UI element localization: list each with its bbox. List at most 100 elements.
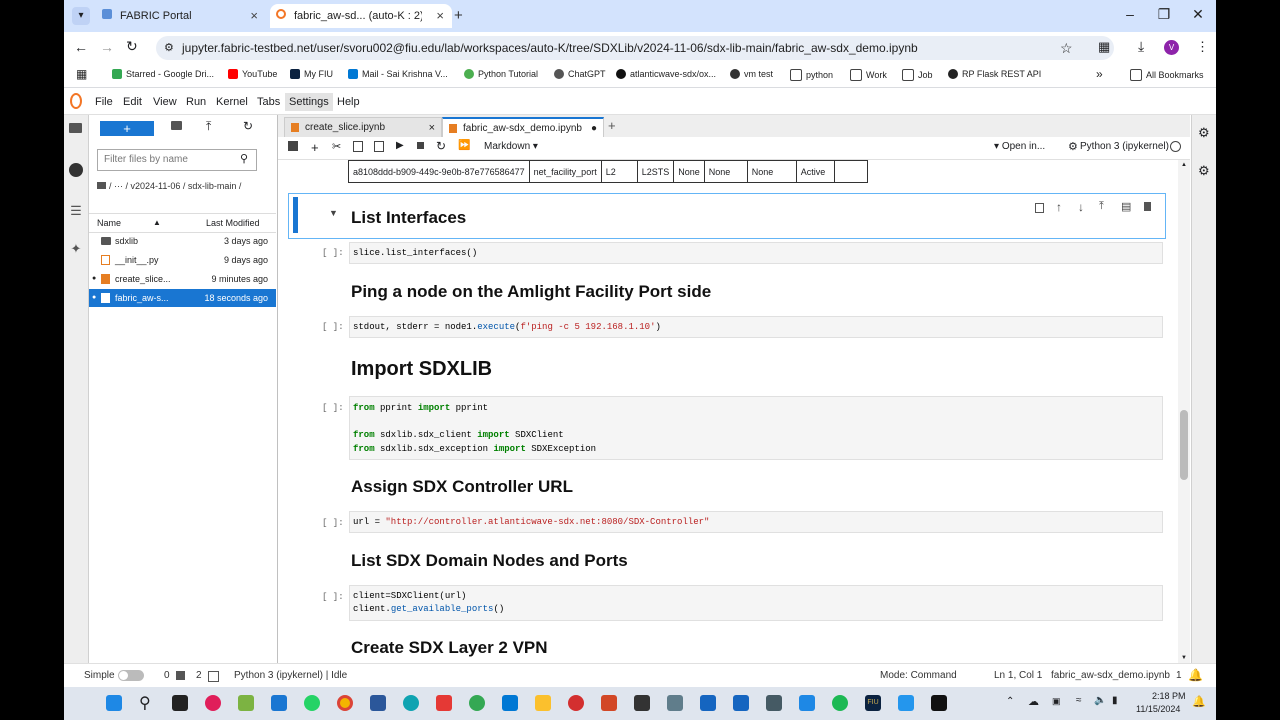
code-cell-client[interactable]: client=SDXClient(url) client.get_availab… <box>349 585 1163 621</box>
edge-icon[interactable] <box>403 695 419 711</box>
name-column-header[interactable]: Name <box>97 214 121 232</box>
outlook-icon[interactable] <box>502 695 518 711</box>
tab-create-slice[interactable]: create_slice.ipynb × <box>284 117 442 138</box>
bookmark-item[interactable]: Python Tutorial <box>464 69 538 79</box>
running-icon[interactable] <box>69 163 83 177</box>
back-icon[interactable]: ← <box>74 39 88 55</box>
bookmark-item[interactable]: Work <box>850 69 887 81</box>
cursor-position[interactable]: Ln 1, Col 1 <box>994 670 1042 681</box>
new-tab-icon[interactable]: + <box>608 118 616 133</box>
new-folder-icon[interactable] <box>171 121 182 130</box>
menu-view[interactable]: View <box>153 96 177 108</box>
settings-gear-icon[interactable]: ⚙ <box>1068 140 1078 153</box>
file-row[interactable]: ● create_slice... 9 minutes ago <box>89 270 276 288</box>
simple-mode-toggle[interactable] <box>118 670 144 681</box>
file-row[interactable]: sdxlib 3 days ago <box>89 232 276 250</box>
open-in-button[interactable]: ▾ Open in... <box>994 141 1045 152</box>
home-folder-icon[interactable] <box>97 182 106 189</box>
record-icon[interactable] <box>568 695 584 711</box>
close-window-button[interactable]: ✕ <box>1188 6 1208 23</box>
bookmark-item[interactable]: YouTube <box>228 69 277 79</box>
breadcrumb[interactable]: / ··· / v2024-11-06 / sdx-lib-main / <box>97 179 257 193</box>
menu-tabs[interactable]: Tabs <box>257 96 280 108</box>
run-icon[interactable]: ▶ <box>396 140 404 151</box>
paste-icon[interactable] <box>374 141 384 152</box>
new-tab-button[interactable]: + <box>454 7 463 24</box>
app-icon[interactable] <box>436 695 452 711</box>
insert-cell-icon[interactable]: + <box>311 140 319 155</box>
active-cell[interactable]: ▼ List Interfaces ↑ ↓ ⤒ ▤ <box>288 193 1166 239</box>
filter-files-input[interactable]: Filter files by name ⚲ <box>97 149 257 171</box>
more-bookmarks-icon[interactable]: » <box>1096 67 1103 81</box>
code-cell-ping[interactable]: stdout, stderr = node1.execute(f'ping -c… <box>349 316 1163 338</box>
browser-tab-fabric-portal[interactable]: FABRIC Portal × <box>96 4 266 28</box>
restore-button[interactable]: ❐ <box>1154 6 1174 23</box>
slack-icon[interactable] <box>205 695 221 711</box>
bookmark-item[interactable]: atlanticwave-sdx/ox... <box>616 69 716 79</box>
menu-file[interactable]: File <box>95 96 113 108</box>
file-row[interactable]: __init__.py 9 days ago <box>89 251 276 269</box>
code-cell-import[interactable]: from pprint import pprint from sdxlib.sd… <box>349 396 1163 460</box>
language-icon[interactable]: ▣ <box>1052 696 1061 707</box>
network-app-icon[interactable] <box>667 695 683 711</box>
scroll-up-icon[interactable]: ▲ <box>1181 162 1187 168</box>
code-cell-url[interactable]: url = "http://controller.atlanticwave-sd… <box>349 511 1163 533</box>
stop-icon[interactable] <box>417 142 424 149</box>
copy-icon[interactable] <box>353 141 363 152</box>
extensions-icon[interactable]: ▦ <box>1098 39 1110 55</box>
apps-grid-icon[interactable]: ▦ <box>76 67 87 81</box>
virtualbox-alt-icon[interactable] <box>733 695 749 711</box>
bookmark-item[interactable]: python <box>790 69 833 81</box>
notification-bell-icon[interactable]: 🔔 <box>1192 695 1206 708</box>
chrome-alt-icon[interactable] <box>469 695 485 711</box>
menu-settings[interactable]: Settings <box>285 93 333 111</box>
collapse-chevron-icon[interactable]: ▼ <box>329 208 338 218</box>
property-inspector-icon[interactable]: ⚙ <box>1198 125 1210 141</box>
new-launcher-button[interactable]: + <box>100 121 154 136</box>
address-bar[interactable]: ⚙ jupyter.fabric-testbed.net/user/svoru0… <box>156 36 1114 60</box>
notification-count[interactable]: 1 <box>1176 670 1182 681</box>
restart-icon[interactable]: ↻ <box>436 139 446 153</box>
bookmark-item[interactable]: ChatGPT <box>554 69 606 79</box>
close-tab-icon[interactable]: × <box>250 8 258 23</box>
file-explorer-icon[interactable] <box>535 695 551 711</box>
clock-date[interactable]: 11/15/2024 <box>1136 704 1180 714</box>
unsaved-dot-icon[interactable]: ● <box>591 119 597 139</box>
refresh-icon[interactable]: ↻ <box>243 119 253 133</box>
fiu-app-icon[interactable]: FIU <box>865 695 881 711</box>
cut-icon[interactable]: ✂ <box>332 140 341 153</box>
tab-search-button[interactable]: ▾ <box>72 7 90 25</box>
cell-collapser[interactable] <box>293 197 298 233</box>
kernel-status[interactable]: Python 3 (ipykernel) | Idle <box>234 670 347 681</box>
bookmark-star-icon[interactable]: ☆ <box>1060 36 1073 60</box>
bookmark-item[interactable]: vm test <box>730 69 773 79</box>
terminals-count[interactable]: 0 <box>164 670 170 681</box>
bookmark-item[interactable]: Starred - Google Dri... <box>112 69 214 79</box>
kernels-count[interactable]: 2 <box>196 670 202 681</box>
menu-edit[interactable]: Edit <box>123 96 142 108</box>
minimize-button[interactable]: – <box>1120 6 1140 22</box>
volume-icon[interactable]: 🔈 <box>1094 695 1106 706</box>
clock-time[interactable]: 2:18 PM <box>1152 691 1186 701</box>
bookmark-item[interactable]: Job <box>902 69 933 81</box>
reload-icon[interactable]: ↻ <box>126 38 138 55</box>
kernel-name[interactable]: Python 3 (ipykernel) <box>1080 141 1169 152</box>
save-icon[interactable] <box>288 141 298 151</box>
insert-above-icon[interactable]: ⤒ <box>1099 200 1104 213</box>
cell-type-select[interactable]: Markdown ▾ <box>484 141 538 152</box>
menu-run[interactable]: Run <box>186 96 206 108</box>
all-bookmarks[interactable]: All Bookmarks <box>1130 69 1204 81</box>
toc-icon[interactable]: ☰ <box>68 203 84 219</box>
docker-icon[interactable] <box>898 695 914 711</box>
bookmark-item[interactable]: RP Flask REST API <box>948 69 1041 79</box>
run-all-icon[interactable]: ⏩ <box>458 140 470 151</box>
modified-column-header[interactable]: Last Modified <box>206 214 260 232</box>
bookmark-item[interactable]: Mail - Sai Krishna V... <box>348 69 448 79</box>
insert-below-icon[interactable]: ▤ <box>1121 200 1131 213</box>
tray-chevron-icon[interactable]: ⌃ <box>1006 696 1014 707</box>
powerpoint-icon[interactable] <box>601 695 617 711</box>
wifi-icon[interactable]: ≈ <box>1076 695 1082 706</box>
extensions-icon[interactable]: ✦ <box>68 241 84 257</box>
terminal-app-icon[interactable] <box>931 695 947 711</box>
copilot-icon[interactable] <box>238 695 254 711</box>
